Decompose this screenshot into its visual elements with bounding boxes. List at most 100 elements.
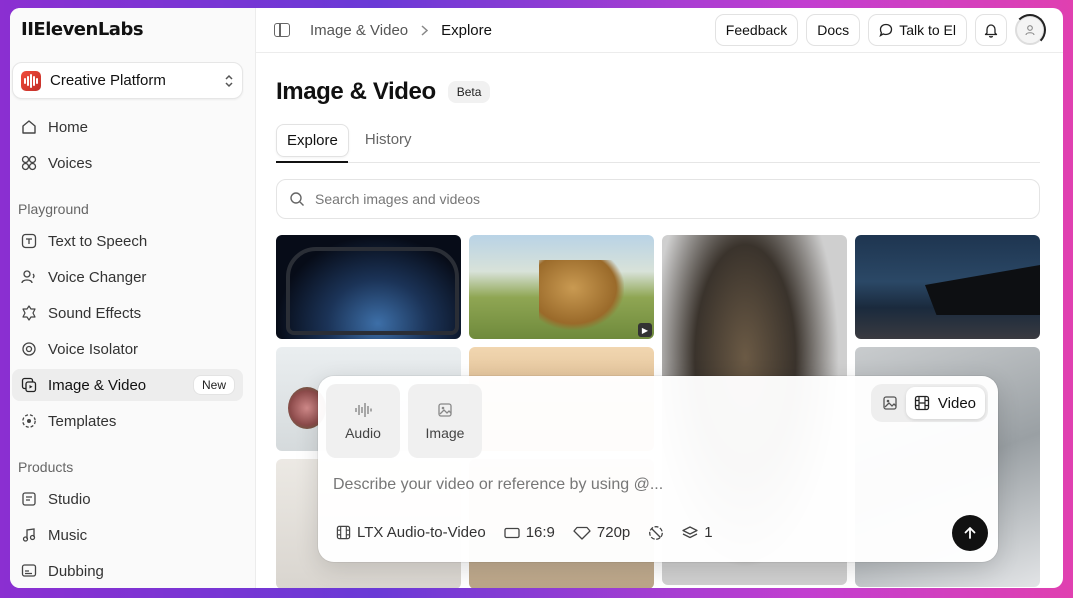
count-label: 1 <box>704 524 713 541</box>
layers-icon <box>682 525 698 541</box>
aspect-ratio-icon <box>504 527 520 539</box>
nav-products: Products Studio Music Dubbing <box>12 455 243 587</box>
media-tile-lion[interactable]: ▶ <box>469 235 654 339</box>
film-icon <box>336 525 351 540</box>
image-icon <box>437 401 453 419</box>
mode-image-button[interactable]: Image <box>408 384 482 458</box>
sidebar-item-label: Image & Video <box>48 376 147 394</box>
tab-explore[interactable]: Explore <box>276 124 349 157</box>
talk-to-el-button[interactable]: Talk to El <box>868 14 967 46</box>
feedback-button[interactable]: Feedback <box>714 14 799 46</box>
model-label: LTX Audio-to-Video <box>357 524 486 541</box>
platform-label: Creative Platform <box>50 72 166 89</box>
topbar: Image & Video Explore Feedback Docs Talk… <box>256 8 1063 53</box>
sidebar-item-label: Studio <box>48 490 91 508</box>
sidebar-item-music[interactable]: Music <box>12 519 243 551</box>
tab-history[interactable]: History <box>355 124 422 155</box>
top-actions: Feedback Docs Talk to El <box>714 14 1046 46</box>
film-icon <box>914 395 930 411</box>
prompt-composer: Audio Image Video Describe your video or… <box>318 376 998 562</box>
sound-effects-icon <box>20 304 38 322</box>
lion-shape <box>539 260 624 330</box>
beta-badge: Beta <box>447 81 491 103</box>
image-video-icon <box>20 376 38 394</box>
switch-video-option[interactable]: Video <box>905 387 985 419</box>
search-input[interactable] <box>315 191 1015 207</box>
main-content: Image & Video Explore Feedback Docs Talk… <box>256 8 1063 588</box>
sidebar-item-voices[interactable]: Voices <box>12 147 243 179</box>
mode-image-label: Image <box>425 425 465 441</box>
text-to-speech-icon <box>20 232 38 250</box>
voice-isolator-icon <box>20 340 38 358</box>
sidebar-item-studio[interactable]: Studio <box>12 483 243 515</box>
sidebar-item-label: Templates <box>48 412 117 430</box>
diamond-icon <box>573 526 591 540</box>
dubbing-icon <box>20 562 38 580</box>
sidebar-item-voice-isolator[interactable]: Voice Isolator <box>12 333 243 365</box>
sidebar-item-image-video[interactable]: Image & Video New <box>12 369 243 401</box>
switch-image-option[interactable] <box>874 387 906 419</box>
avatar[interactable] <box>1014 14 1046 46</box>
chevron-updown-icon <box>224 74 234 88</box>
sidebar-item-templates[interactable]: Templates <box>12 405 243 437</box>
media-type-switch: Video <box>870 384 988 422</box>
sidebar-item-voice-changer[interactable]: Voice Changer <box>12 261 243 293</box>
count-selector[interactable]: 1 <box>682 524 713 541</box>
resolution-selector[interactable]: 720p <box>573 524 630 541</box>
prompt-input[interactable] <box>333 476 933 494</box>
send-button[interactable] <box>952 515 988 551</box>
section-label-playground: Playground <box>18 201 89 217</box>
search-bar <box>276 179 1040 219</box>
image-icon <box>882 395 898 411</box>
talk-label: Talk to El <box>899 22 956 38</box>
aspect-ratio-label: 16:9 <box>525 524 555 541</box>
audio-off-toggle[interactable] <box>648 525 664 541</box>
sidebar-item-label: Voice Isolator <box>48 340 139 358</box>
platform-switcher[interactable]: Creative Platform <box>12 62 243 99</box>
media-tile-space[interactable] <box>276 235 461 339</box>
chevron-right-icon <box>421 24 429 36</box>
sidebar-item-label: Dubbing <box>48 562 104 580</box>
chat-bubble-icon <box>879 23 893 37</box>
sidebar-item-text-to-speech[interactable]: Text to Speech <box>12 225 243 257</box>
tabs: Explore History <box>276 124 1040 163</box>
home-icon <box>20 118 38 136</box>
creative-platform-icon <box>21 70 41 91</box>
new-badge: New <box>192 375 235 395</box>
voices-icon <box>20 154 38 172</box>
nav-playground: Playground Text to Speech Voice Changer … <box>12 197 243 437</box>
sidebar-item-sound-effects[interactable]: Sound Effects <box>12 297 243 329</box>
switch-video-label: Video <box>937 394 976 412</box>
sidebar-item-label: Voice Changer <box>48 268 147 286</box>
resolution-label: 720p <box>596 524 631 541</box>
user-icon <box>1025 25 1035 36</box>
sidebar-item-home[interactable]: Home <box>12 111 243 143</box>
notifications-button[interactable] <box>975 14 1007 46</box>
sidebar-item-label: Home <box>48 118 89 136</box>
sidebar-item-label: Text to Speech <box>48 232 148 250</box>
templates-icon <box>20 412 38 430</box>
mode-audio-button[interactable]: Audio <box>326 384 400 458</box>
search-icon <box>289 191 305 207</box>
audio-waveform-icon <box>354 401 372 419</box>
studio-icon <box>20 490 38 508</box>
sidebar-toggle-icon[interactable] <box>274 23 290 37</box>
voice-changer-icon <box>20 268 38 286</box>
nav-top: Home Voices <box>12 111 243 179</box>
media-tile-titanic[interactable] <box>855 235 1040 339</box>
page-title: Image & Video Beta <box>276 78 491 106</box>
sidebar-item-dubbing[interactable]: Dubbing <box>12 555 243 587</box>
model-selector[interactable]: LTX Audio-to-Video <box>336 524 486 541</box>
breadcrumb-image-video[interactable]: Image & Video <box>310 22 408 39</box>
logo[interactable]: IIElevenLabs <box>21 19 144 40</box>
docs-button[interactable]: Docs <box>806 14 861 46</box>
arrow-up-icon <box>963 526 977 540</box>
ship-shape <box>925 265 1040 315</box>
video-play-icon: ▶ <box>638 323 652 337</box>
breadcrumb-explore: Explore <box>441 21 492 39</box>
aspect-ratio-selector[interactable]: 16:9 <box>504 524 555 541</box>
generation-options: LTX Audio-to-Video 16:9 720p 1 <box>336 524 713 541</box>
app-window: IIElevenLabs Creative Platform Home Voic… <box>10 8 1063 588</box>
tab-underline <box>276 161 348 163</box>
disabled-icon <box>648 525 664 541</box>
